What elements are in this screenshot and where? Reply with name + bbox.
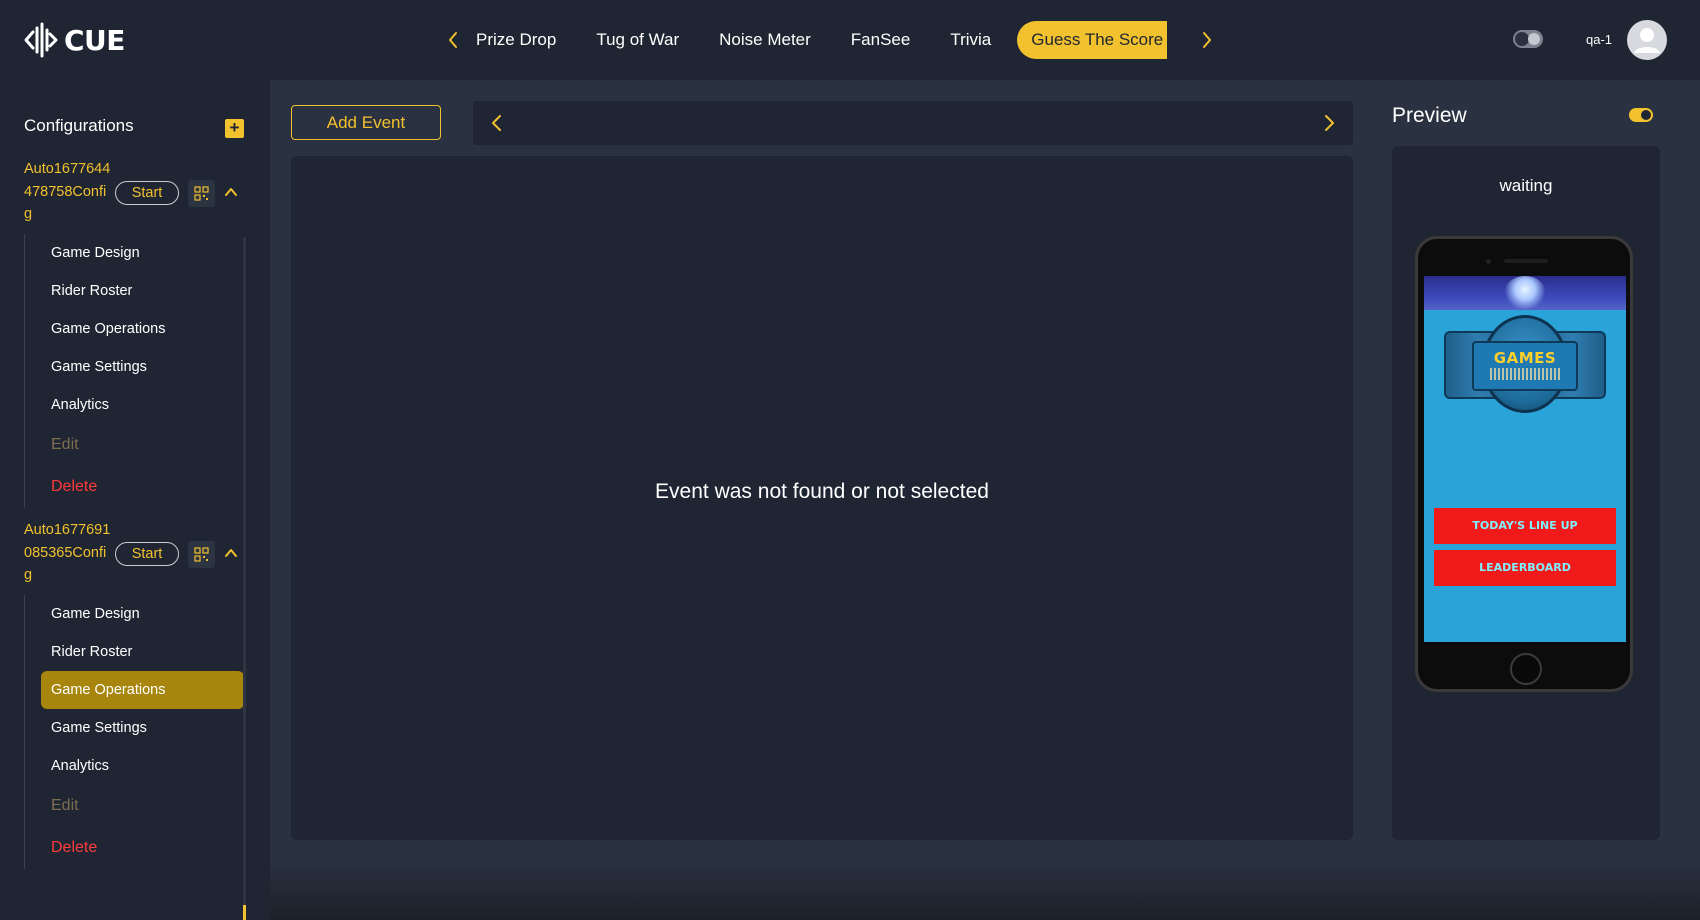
tab-tug-of-war[interactable]: Tug of War [582, 21, 693, 59]
menu-item-analytics[interactable]: Analytics [41, 386, 244, 424]
phone-home-button[interactable] [1510, 653, 1542, 685]
top-bar: CUE Prize Drop Tug of War Noise Meter Fa… [0, 0, 1700, 80]
user-icon [1634, 28, 1660, 53]
preview-status: waiting [1499, 176, 1553, 195]
menu-item-game-operations[interactable]: Game Operations [41, 671, 244, 709]
leaderboard-button[interactable]: Leaderboard [1434, 550, 1616, 586]
configurations-list[interactable]: Auto1677644478758Config Start Game Desig… [0, 158, 270, 920]
screen-header-banner [1424, 276, 1626, 310]
chevron-left-icon [492, 115, 501, 131]
configuration-item: Auto1677691085365Config Start Game Desig… [0, 519, 270, 919]
preview-title: Preview [1392, 104, 1467, 127]
chevron-up-icon [225, 188, 237, 196]
start-button[interactable]: Start [115, 542, 179, 566]
theme-toggle-knob [1515, 32, 1529, 46]
tab-noise-meter[interactable]: Noise Meter [705, 21, 825, 59]
add-event-button[interactable]: Add Event [291, 105, 441, 140]
event-next-button[interactable] [1319, 113, 1339, 133]
menu-item-game-settings[interactable]: Game Settings [41, 348, 244, 386]
collapse-button[interactable] [224, 185, 238, 199]
tabs-next-button[interactable] [1190, 20, 1224, 60]
toggle-knob [1641, 110, 1651, 120]
games-label: GAMES [1493, 349, 1557, 367]
phone-screen: GAMES Today's Line Up Leaderboard [1424, 276, 1626, 642]
edit-button[interactable]: Edit [41, 424, 244, 466]
app-logo[interactable]: CUE [24, 20, 125, 60]
tab-guess-the-score[interactable]: Guess The Score [1017, 21, 1168, 59]
event-navigator [473, 101, 1353, 145]
moon-image [1504, 276, 1546, 310]
start-button[interactable]: Start [115, 181, 179, 205]
phone-mockup: GAMES Today's Line Up Leaderboard [1415, 236, 1633, 692]
configuration-menu: Game Design Rider Roster Game Operations… [24, 234, 244, 508]
collapse-button[interactable] [224, 546, 238, 560]
add-configuration-button[interactable]: + [225, 119, 244, 138]
tab-trivia[interactable]: Trivia [936, 21, 1005, 59]
menu-item-analytics[interactable]: Analytics [41, 747, 244, 785]
menu-item-game-operations[interactable]: Game Operations [41, 310, 244, 348]
tabs-viewport: Prize Drop Tug of War Noise Meter FanSee… [470, 20, 1190, 60]
tab-prize-drop[interactable]: Prize Drop [470, 21, 570, 59]
main-content: Add Event Event was not found or not sel… [270, 80, 1700, 920]
preview-toggle[interactable] [1629, 108, 1653, 122]
configuration-name[interactable]: Auto1677644478758Config [24, 158, 114, 226]
tab-fansee[interactable]: FanSee [837, 21, 925, 59]
event-prev-button[interactable] [487, 113, 507, 133]
sidebar-title: Configurations [24, 116, 134, 135]
todays-line-up-button[interactable]: Today's Line Up [1434, 508, 1616, 544]
menu-item-game-design[interactable]: Game Design [41, 595, 244, 633]
qr-code-icon [194, 547, 209, 562]
avatar[interactable] [1627, 20, 1667, 60]
menu-item-game-design[interactable]: Game Design [41, 234, 244, 272]
event-panel: Event was not found or not selected [291, 156, 1353, 840]
moon-icon [1528, 33, 1540, 45]
logo-text: CUE [64, 23, 125, 57]
configuration-menu: Game Design Rider Roster Game Operations… [24, 595, 244, 869]
menu-item-game-settings[interactable]: Game Settings [41, 709, 244, 747]
empty-state-message: Event was not found or not selected [655, 480, 989, 503]
phone-speaker [1504, 259, 1548, 263]
delete-button[interactable]: Delete [41, 827, 244, 869]
configuration-name[interactable]: Auto1677691085365Config [24, 519, 114, 587]
logo-fine-print [1490, 368, 1560, 380]
chevron-right-icon [1325, 115, 1334, 131]
username: qa-1 [1586, 32, 1613, 47]
delete-button[interactable]: Delete [41, 466, 244, 508]
menu-item-rider-roster[interactable]: Rider Roster [41, 633, 244, 671]
configuration-item: Auto1677644478758Config Start Game Desig… [0, 158, 270, 519]
sidebar: Configurations + Auto1677644478758Config… [0, 80, 270, 920]
preview-panel: waiting GAMES Today's Line Up Leaderboar… [1392, 146, 1660, 840]
phone-camera [1486, 259, 1491, 264]
chevron-left-icon [449, 32, 457, 48]
game-tabs: Prize Drop Tug of War Noise Meter FanSee… [436, 20, 1224, 60]
qr-code-icon [194, 186, 209, 201]
tabs-prev-button[interactable] [436, 20, 470, 60]
games-logo: GAMES [1444, 313, 1606, 415]
theme-toggle[interactable] [1513, 30, 1543, 48]
chevron-up-icon [225, 549, 237, 557]
qr-code-button[interactable] [188, 541, 215, 568]
sidebar-scrollbar-thumb[interactable] [243, 905, 246, 920]
chevron-right-icon [1203, 32, 1211, 48]
menu-item-rider-roster[interactable]: Rider Roster [41, 272, 244, 310]
sidebar-scrollbar[interactable] [243, 237, 246, 920]
cue-logo-icon [24, 22, 58, 58]
edit-button[interactable]: Edit [41, 785, 244, 827]
qr-code-button[interactable] [188, 180, 215, 207]
